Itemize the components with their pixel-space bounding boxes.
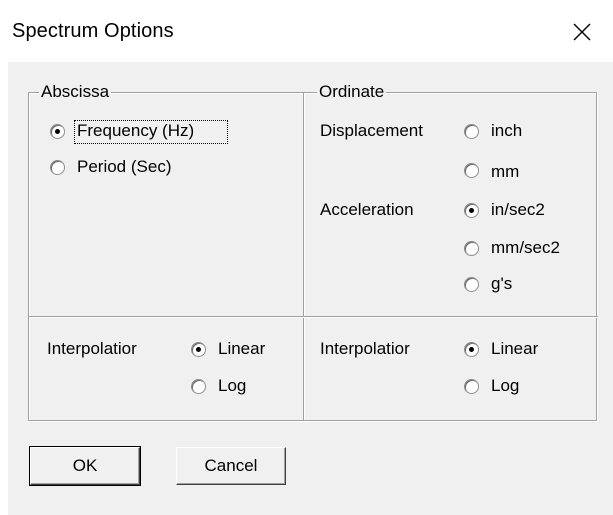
radio-inch[interactable] bbox=[464, 124, 479, 139]
options-panel: Abscissa Ordinate Frequency (Hz) Period … bbox=[28, 82, 598, 422]
focus-indicator bbox=[74, 120, 228, 144]
label-inch[interactable]: inch bbox=[491, 121, 522, 141]
dialog-body: Abscissa Ordinate Frequency (Hz) Period … bbox=[8, 62, 613, 515]
ok-button[interactable]: OK bbox=[29, 446, 141, 486]
title-bar: Spectrum Options bbox=[0, 0, 613, 62]
radio-frequency[interactable] bbox=[50, 124, 65, 139]
radio-gs[interactable] bbox=[464, 277, 479, 292]
window-title: Spectrum Options bbox=[12, 20, 174, 42]
close-button[interactable] bbox=[560, 12, 604, 52]
radio-period[interactable] bbox=[50, 160, 65, 175]
label-mm[interactable]: mm bbox=[491, 162, 519, 182]
label-ordinate-linear[interactable]: Linear bbox=[491, 339, 538, 359]
label-abscissa-linear[interactable]: Linear bbox=[218, 339, 265, 359]
radio-in-sec2[interactable] bbox=[464, 203, 479, 218]
radio-abscissa-log[interactable] bbox=[191, 379, 206, 394]
label-ordinate-log[interactable]: Log bbox=[491, 376, 519, 396]
label-ordinate-interpolation: Interpolatior bbox=[320, 339, 410, 358]
label-displacement: Displacement bbox=[320, 121, 423, 140]
close-icon bbox=[573, 23, 591, 41]
label-acceleration: Acceleration bbox=[320, 200, 414, 219]
radio-abscissa-linear[interactable] bbox=[191, 342, 206, 357]
label-period[interactable]: Period (Sec) bbox=[77, 157, 171, 177]
label-in-sec2[interactable]: in/sec2 bbox=[491, 200, 545, 220]
radio-ordinate-log[interactable] bbox=[464, 379, 479, 394]
label-abscissa-interpolation: Interpolatior bbox=[47, 339, 137, 358]
label-mm-sec2[interactable]: mm/sec2 bbox=[491, 238, 560, 258]
ordinate-legend: Ordinate bbox=[317, 82, 387, 102]
label-abscissa-log[interactable]: Log bbox=[218, 376, 246, 396]
radio-ordinate-linear[interactable] bbox=[464, 342, 479, 357]
label-gs[interactable]: g's bbox=[491, 274, 512, 294]
radio-mm[interactable] bbox=[464, 163, 479, 178]
abscissa-legend: Abscissa bbox=[39, 82, 112, 102]
cancel-button[interactable]: Cancel bbox=[176, 447, 286, 485]
radio-mm-sec2[interactable] bbox=[464, 241, 479, 256]
